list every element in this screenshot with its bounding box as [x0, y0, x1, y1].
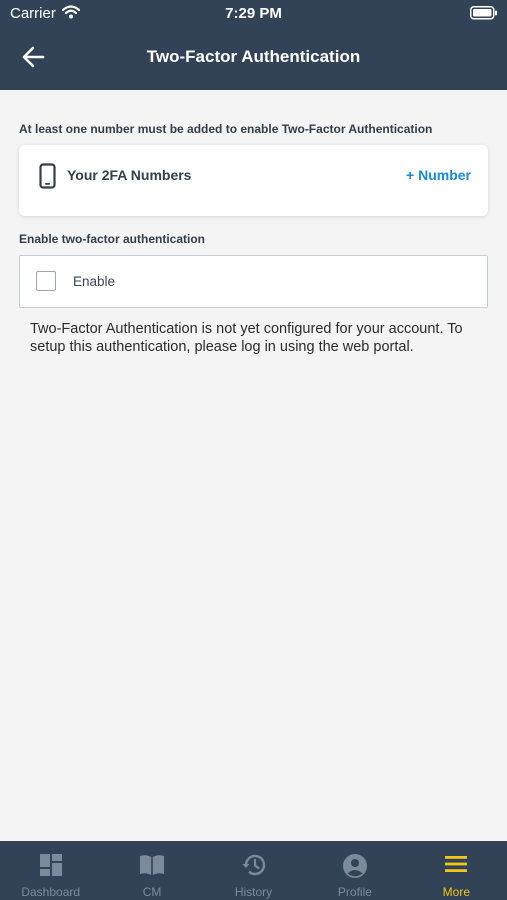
book-icon: [140, 855, 165, 875]
enable-2fa-row[interactable]: Enable: [19, 255, 488, 308]
enable-checkbox[interactable]: [36, 271, 56, 291]
profile-icon: [342, 854, 367, 878]
tab-more[interactable]: More: [406, 841, 507, 900]
info-message: Two-Factor Authentication is not yet con…: [30, 321, 463, 355]
dashboard-icon: [39, 854, 62, 876]
tab-label: CM: [142, 885, 162, 899]
numbers-hint: At least one number must be added to ena…: [19, 122, 433, 136]
2fa-numbers-card: Your 2FA Numbers + Number: [19, 145, 488, 216]
tab-dashboard[interactable]: Dashboard: [0, 841, 101, 900]
tab-history[interactable]: History: [203, 841, 304, 900]
add-number-button[interactable]: + Number: [406, 167, 471, 183]
tab-label: Profile: [337, 885, 372, 899]
clock: 7:29 PM: [225, 5, 282, 22]
battery-icon: [470, 6, 498, 25]
menu-icon: [445, 856, 468, 872]
status-bar: Carrier 7:29 PM: [0, 0, 507, 28]
tab-profile[interactable]: Profile: [304, 841, 405, 900]
phone-icon: [39, 163, 56, 194]
history-icon: [242, 854, 265, 876]
enable-section-label: Enable two-factor authentication: [19, 232, 206, 246]
2fa-numbers-title: Your 2FA Numbers: [67, 167, 192, 183]
top-bar: Carrier 7:29 PM Two-Factor Authenticatio…: [0, 0, 507, 90]
tab-label: Dashboard: [21, 885, 81, 899]
enable-checkbox-label: Enable: [73, 274, 116, 289]
tab-bar: Dashboard CM History Profile More: [0, 841, 507, 900]
page-title: Two-Factor Authentication: [146, 47, 361, 66]
tab-label: More: [442, 885, 470, 899]
tab-cm[interactable]: CM: [101, 841, 202, 900]
tab-label: History: [234, 885, 273, 899]
